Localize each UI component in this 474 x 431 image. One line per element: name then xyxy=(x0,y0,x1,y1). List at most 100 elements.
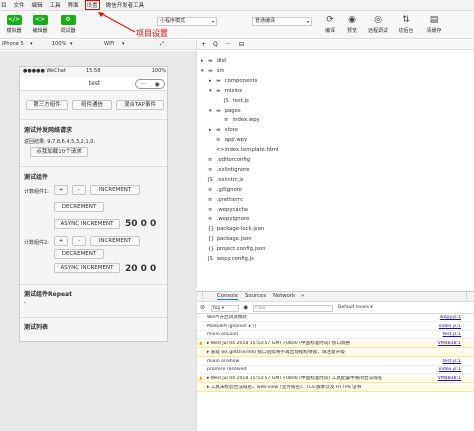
file-tree: ▸ ▬ dist ▾ ▬ src ▸ ▬ components ▾ ▬ mixins JS te… xyxy=(196,51,474,287)
console-source-link[interactable]: wepy.js:1 xyxy=(440,315,461,321)
compile-select[interactable]: 普通编译 ▾ xyxy=(252,17,312,26)
console-text: promise resolved xyxy=(207,367,247,372)
tab-console[interactable]: Console xyxy=(217,293,239,300)
tree-file[interactable]: ≡ .editorconfig xyxy=(201,156,250,165)
zoom-select[interactable]: 100% xyxy=(52,41,66,47)
compile-button[interactable]: ⟳ 编译 xyxy=(318,15,342,34)
devtools-settings-icon[interactable]: ⋮ xyxy=(464,293,469,299)
device-bar: iPhone 5 ▾ 100% ▾ WiFi ▾ ⤢ xyxy=(0,40,196,50)
divider xyxy=(20,119,167,120)
network-select[interactable]: WiFi xyxy=(104,41,114,47)
console-source-link[interactable]: VM4838:1 xyxy=(438,376,461,382)
section-title-components: 测试组件 xyxy=(24,174,49,181)
tree-folder[interactable]: ▸ ▬ store xyxy=(209,126,238,135)
device-select[interactable]: iPhone 5 xyxy=(2,41,24,47)
counter1-decrement-button[interactable]: DECREMENT xyxy=(54,202,104,212)
tree-file[interactable]: ≡ .gitignore xyxy=(201,186,242,195)
counter2-async-increment-button[interactable]: ASYNC INCREMENT xyxy=(54,263,120,273)
tab-network[interactable]: Network xyxy=(273,293,295,299)
console-source-link[interactable]: VM4838:1 xyxy=(438,341,461,347)
console-source-link[interactable]: test.js:1 xyxy=(443,332,461,338)
clear-cache-button[interactable]: ▤ 清缓存 xyxy=(422,15,446,34)
tree-folder[interactable]: ▸ ▬ dist xyxy=(201,57,226,66)
preview-button[interactable]: ◉ 预览 xyxy=(340,15,364,34)
tree-file[interactable]: ≡ index.wpy xyxy=(217,116,260,125)
search-icon[interactable]: Q xyxy=(213,41,218,48)
tree-folder[interactable]: ▸ ▬ components xyxy=(209,77,257,86)
status-battery: 100% xyxy=(151,68,166,74)
tree-file[interactable]: JS .eslintrc.js xyxy=(201,176,244,185)
counter2-label: 计数组件2: xyxy=(24,240,49,246)
more-icon[interactable]: ··· xyxy=(140,81,146,88)
counter2-plus-button[interactable]: + xyxy=(54,236,68,246)
simulator-toggle-button[interactable]: </> 模拟器 xyxy=(2,15,26,34)
filter-input[interactable]: Filter xyxy=(253,305,333,312)
debugger-toggle-button[interactable]: ⚙ 调试器 xyxy=(56,15,80,34)
tree-file[interactable]: ≡ app.wpy xyxy=(209,136,247,145)
tree-file[interactable]: ≡ .eslintignore xyxy=(201,166,250,175)
devtools-tabs: ⋮ Console Sources Network » ⋮ xyxy=(197,292,474,302)
add-file-icon[interactable]: + xyxy=(201,41,206,48)
component-communication-button[interactable]: 组件通信 xyxy=(72,100,112,110)
menu-item[interactable]: 文件 xyxy=(14,1,25,9)
menu-item[interactable]: 界面 xyxy=(68,1,79,9)
tree-label: .gitignore xyxy=(216,186,243,193)
mixed-tap-button[interactable]: 混合TAP事件 xyxy=(116,100,164,110)
tree-file[interactable]: JS wepy.config.js xyxy=(201,255,254,264)
counter2-minus-button[interactable]: - xyxy=(72,236,86,246)
counter1-minus-button[interactable]: - xyxy=(72,185,86,195)
console-warning: ▸ 获取 wx.getUserInfo 接口后续将不再出现授权弹窗，请注意升级 xyxy=(197,349,474,357)
tree-file[interactable]: ≡ .wepyignore xyxy=(201,215,249,224)
context-select[interactable]: top ▾ xyxy=(211,305,239,312)
devtools-menu-icon[interactable]: ⋮ xyxy=(200,293,205,299)
close-icon[interactable]: ◉ xyxy=(154,81,159,88)
capsule-menu[interactable]: ··· ◉ xyxy=(135,79,165,89)
counter1-async-increment-button[interactable]: ASYNC INCREMENT xyxy=(54,219,120,229)
devtools-console: ⋮ Console Sources Network » ⋮ ⊘ top ▾ ◉ … xyxy=(196,291,474,431)
remote-debug-button[interactable]: ◎ 远程调试 xyxy=(366,15,390,34)
toggle-icon: </> xyxy=(6,15,22,25)
mode-select[interactable]: 小程序模式 ▾ xyxy=(157,17,217,26)
tree-file[interactable]: ≡ .wepycache xyxy=(201,206,248,215)
file-icon: <> xyxy=(216,147,225,154)
counter1-plus-button[interactable]: + xyxy=(54,185,68,195)
console-source-link[interactable]: index.js:1 xyxy=(439,367,461,373)
tab-sources[interactable]: Sources xyxy=(245,293,266,299)
counter2-decrement-button[interactable]: DECREMENT xyxy=(54,249,104,259)
tree-file[interactable]: {} package.json xyxy=(201,235,252,244)
clear-console-icon[interactable]: ⊘ xyxy=(200,304,205,311)
more-icon[interactable]: ··· xyxy=(225,41,231,48)
levels-select[interactable]: Default levels ▾ xyxy=(337,305,397,312)
divider xyxy=(20,317,167,318)
menu-item[interactable]: 目 xyxy=(1,1,7,9)
counter2-increment-button[interactable]: INCREMENT xyxy=(90,236,140,246)
counter1-increment-button[interactable]: INCREMENT xyxy=(90,185,140,195)
tree-file[interactable]: ≡ .prettierrc xyxy=(201,196,243,205)
annotation-label: 项目设置 xyxy=(136,29,168,38)
console-source-link[interactable]: test.js:1 xyxy=(443,359,461,365)
tab-more[interactable]: » xyxy=(301,293,304,299)
split-icon[interactable]: ⊟ xyxy=(239,41,244,48)
tree-file[interactable]: {} project.config.json xyxy=(201,245,265,254)
folder-icon: ▬ xyxy=(216,77,221,84)
eye-icon[interactable]: ◉ xyxy=(243,304,248,311)
toolbar-label: 切后台 xyxy=(398,28,414,34)
annotation-arrow xyxy=(98,12,136,33)
background-button[interactable]: ⇅ 切后台 xyxy=(394,15,418,34)
editor-toggle-button[interactable]: <> 编辑器 xyxy=(28,15,52,34)
third-party-component-button[interactable]: 第三方组件 xyxy=(26,100,68,110)
tree-file[interactable]: <> index.template.html xyxy=(209,146,279,155)
load-requests-button[interactable]: 点我加载10个请求 xyxy=(30,147,88,157)
tree-folder[interactable]: ▾ ▬ pages xyxy=(209,107,241,116)
tree-file[interactable]: {} package-lock.json xyxy=(201,225,264,234)
tree-folder[interactable]: ▾ ▬ src xyxy=(201,67,224,76)
menu-item[interactable]: 编辑 xyxy=(32,1,43,9)
tree-folder[interactable]: ▾ ▬ mixins xyxy=(209,87,242,96)
tree-file[interactable]: JS test.js xyxy=(217,97,249,106)
console-source-link[interactable]: index.js:1 xyxy=(439,324,461,330)
file-icon: ≡ xyxy=(208,216,213,223)
menu-item[interactable]: 工具 xyxy=(50,1,61,9)
device-rotate-icon[interactable]: ⤢ xyxy=(160,41,164,47)
console-text: ▸ 获取 wx.getUserInfo 接口后续将不再出现授权弹窗，请注意升级 xyxy=(207,349,345,355)
status-time: 15:58 xyxy=(86,68,101,74)
